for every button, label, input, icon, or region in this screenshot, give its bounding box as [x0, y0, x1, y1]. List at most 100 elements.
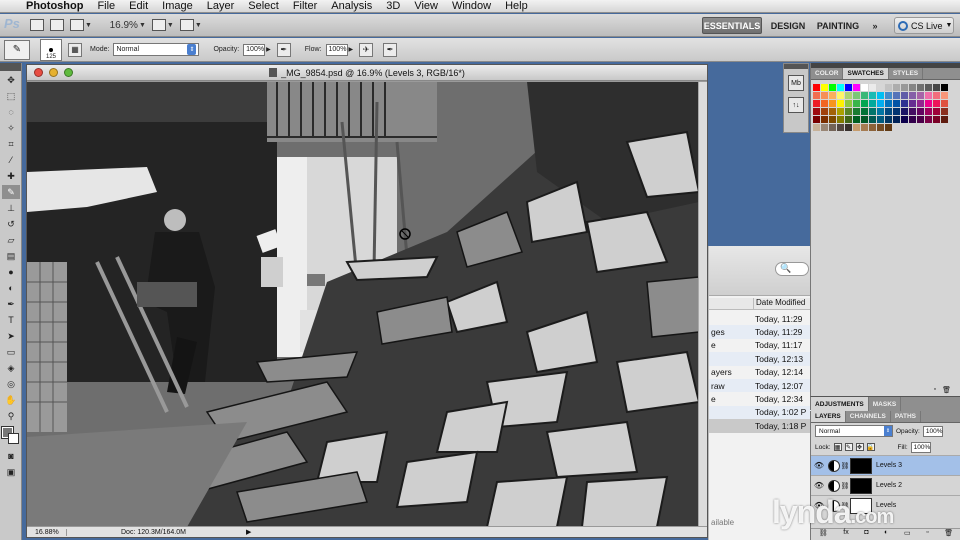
layer-name[interactable]: Levels 3: [876, 462, 902, 469]
close-window-button[interactable]: [34, 68, 43, 77]
color-swatch[interactable]: [877, 124, 885, 132]
color-swatch[interactable]: [813, 100, 821, 108]
color-swatch[interactable]: [885, 100, 893, 108]
color-swatch[interactable]: [821, 92, 829, 100]
color-swatch[interactable]: [837, 100, 845, 108]
color-swatch[interactable]: [813, 92, 821, 100]
move-tool-icon[interactable]: ✥: [2, 73, 20, 87]
opacity-input[interactable]: 100%: [243, 43, 266, 56]
tab-masks[interactable]: MASKS: [869, 397, 902, 411]
lock-image-icon[interactable]: ✎: [844, 443, 853, 451]
lasso-tool-icon[interactable]: ◌: [2, 105, 20, 119]
date-modified-column-header[interactable]: Date Modified: [753, 298, 811, 309]
layer-row-levels-2[interactable]: 👁 ⛓ Levels 2: [811, 475, 960, 495]
color-swatch[interactable]: [901, 84, 909, 92]
color-swatch[interactable]: [893, 100, 901, 108]
color-swatch[interactable]: [837, 124, 845, 132]
color-swatch[interactable]: [885, 124, 893, 132]
list-item[interactable]: e Today, 12:34: [709, 392, 811, 405]
workspace-design-button[interactable]: DESIGN: [768, 17, 808, 34]
color-swatch[interactable]: [933, 116, 941, 124]
airbrush-button[interactable]: ✈: [359, 42, 374, 57]
color-swatch[interactable]: [917, 84, 925, 92]
color-swatch[interactable]: [893, 108, 901, 116]
color-swatch[interactable]: [901, 92, 909, 100]
color-swatch[interactable]: [885, 84, 893, 92]
zoom-level-select[interactable]: 16.9% ▼: [98, 17, 146, 33]
color-swatch[interactable]: [853, 84, 861, 92]
type-tool-icon[interactable]: T: [2, 313, 20, 327]
color-swatch[interactable]: [933, 92, 941, 100]
pressure-size-button[interactable]: ✒: [383, 42, 398, 57]
color-swatch[interactable]: [869, 124, 877, 132]
screen-mode-button[interactable]: ▼: [179, 17, 202, 33]
color-swatch[interactable]: [829, 108, 837, 116]
tab-color[interactable]: COLOR: [811, 68, 844, 79]
panel-grip[interactable]: [784, 64, 808, 69]
menu-view[interactable]: View: [412, 0, 440, 12]
tab-layers[interactable]: LAYERS: [811, 411, 846, 422]
panel-grip[interactable]: [0, 63, 21, 71]
eye-icon[interactable]: 👁: [811, 481, 827, 490]
color-swatch[interactable]: [925, 116, 933, 124]
color-swatch[interactable]: [877, 84, 885, 92]
color-swatch[interactable]: [829, 84, 837, 92]
workspace-painting-button[interactable]: PAINTING: [814, 17, 862, 34]
color-swatch[interactable]: [837, 92, 845, 100]
color-swatch[interactable]: [909, 116, 917, 124]
color-swatch[interactable]: [861, 84, 869, 92]
brush-tool-icon[interactable]: ✎: [2, 185, 20, 199]
color-swatch[interactable]: [869, 108, 877, 116]
color-swatch[interactable]: [853, 116, 861, 124]
launch-bridge-button[interactable]: [30, 17, 44, 33]
history-brush-tool-icon[interactable]: ↺: [2, 217, 20, 231]
color-swatch[interactable]: [925, 92, 933, 100]
color-swatch[interactable]: [845, 124, 853, 132]
color-swatch[interactable]: [941, 116, 949, 124]
color-swatch[interactable]: [869, 100, 877, 108]
color-swatch[interactable]: [861, 100, 869, 108]
vertical-scrollbar[interactable]: [698, 82, 707, 527]
gradient-tool-icon[interactable]: ▤: [2, 249, 20, 263]
color-swatch[interactable]: [845, 100, 853, 108]
color-swatch[interactable]: [845, 84, 853, 92]
workspace-essentials-button[interactable]: ESSENTIALS: [702, 17, 762, 34]
color-swatch[interactable]: [925, 84, 933, 92]
document-title-bar[interactable]: _MG_9854.psd @ 16.9% (Levels 3, RGB/16*): [27, 65, 707, 81]
eyedropper-tool-icon[interactable]: ⁄: [2, 153, 20, 167]
document-canvas[interactable]: [27, 82, 707, 527]
lock-all-icon[interactable]: 🔒: [866, 443, 875, 451]
color-swatch[interactable]: [941, 84, 949, 92]
color-swatch[interactable]: [821, 84, 829, 92]
color-swatch[interactable]: [853, 124, 861, 132]
arrange-documents-button[interactable]: ▼: [151, 17, 174, 33]
tab-channels[interactable]: CHANNELS: [846, 411, 891, 422]
flow-slider-toggle-icon[interactable]: ▶: [349, 46, 354, 53]
menu-window[interactable]: Window: [450, 0, 493, 12]
color-swatch[interactable]: [845, 92, 853, 100]
color-swatch[interactable]: [853, 100, 861, 108]
fill-input[interactable]: 100%: [910, 441, 931, 453]
blur-tool-icon[interactable]: ●: [2, 265, 20, 279]
menu-filter[interactable]: Filter: [291, 0, 319, 12]
color-swatch[interactable]: [925, 108, 933, 116]
color-swatch[interactable]: [813, 108, 821, 116]
color-swatch[interactable]: [861, 116, 869, 124]
color-swatch[interactable]: [893, 84, 901, 92]
chain-link-icon[interactable]: ⛓: [840, 462, 850, 470]
layer-mask-thumbnail[interactable]: [850, 457, 872, 474]
list-item[interactable]: ayers Today, 12:14: [709, 366, 811, 379]
eye-icon[interactable]: 👁: [811, 461, 827, 470]
view-extras-button[interactable]: ▼: [70, 17, 92, 33]
quick-mask-icon[interactable]: ◙: [2, 449, 20, 463]
color-swatch[interactable]: [813, 116, 821, 124]
history-panel-button[interactable]: ↑↓: [788, 97, 804, 113]
tab-paths[interactable]: PATHS: [891, 411, 921, 422]
color-swatch[interactable]: [885, 108, 893, 116]
list-item[interactable]: e Today, 11:17: [709, 339, 811, 352]
color-swatch[interactable]: [877, 108, 885, 116]
lock-transparent-icon[interactable]: ▦: [833, 443, 842, 451]
quick-select-tool-icon[interactable]: ✧: [2, 121, 20, 135]
menu-analysis[interactable]: Analysis: [329, 0, 374, 12]
color-swatch[interactable]: [909, 92, 917, 100]
